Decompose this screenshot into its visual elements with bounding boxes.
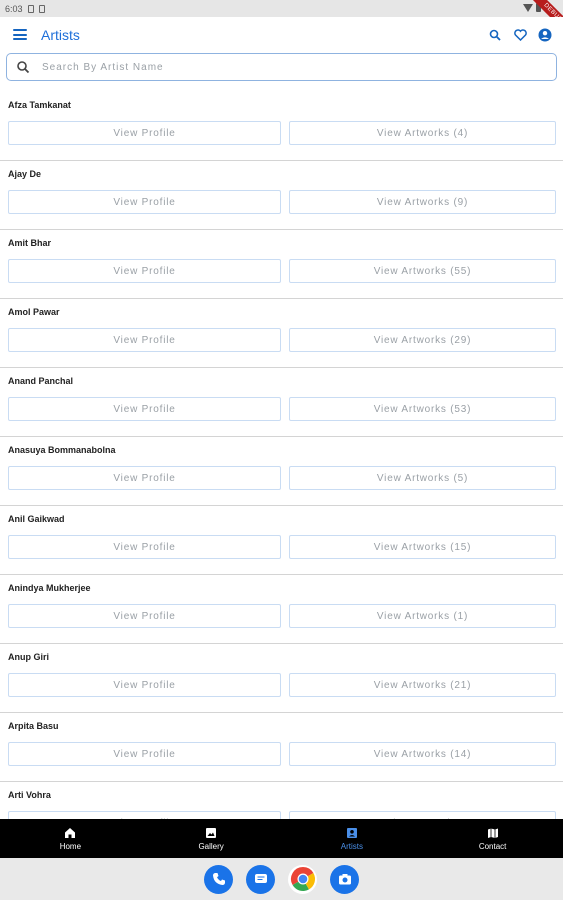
menu-icon[interactable] [13,29,27,40]
view-artworks-button[interactable]: View Artworks (15) [289,535,556,559]
nav-gallery-label: Gallery [198,841,224,851]
search-icon[interactable] [487,27,503,43]
view-profile-button[interactable]: View Profile [8,397,281,421]
artist-list-item: Arpita Basu View Profile View Artworks (14… [0,713,563,782]
image-icon [206,827,217,838]
view-artworks-button[interactable]: View Artworks (1) [289,604,556,628]
phone-icon[interactable] [204,864,233,894]
artist-name: Anindya Mukherjee [8,583,91,593]
search-input[interactable] [42,61,522,73]
nav-home-label: Home [59,841,82,851]
artist-list-item: Anil Gaikwad View Profile View Artworks (1… [0,506,563,575]
nav-contact[interactable]: Contact [422,819,563,858]
sim-icon [27,4,34,13]
messages-icon[interactable] [246,864,275,894]
nav-home[interactable]: Home [0,819,141,858]
view-artworks-button[interactable]: View Artworks (21) [289,673,556,697]
view-artworks-button[interactable]: View Artworks (29) [289,328,556,352]
chrome-icon[interactable] [288,864,317,894]
artist-list-item: Ajay De View Profile View Artworks (9) [0,161,563,230]
view-profile-button[interactable]: View Profile [8,190,281,214]
artist-name: Anasuya Bommanabolna [8,445,116,455]
view-artworks-button[interactable]: View Artworks (14) [289,742,556,766]
artist-name: Amol Pawar [8,307,60,317]
artist-list-item: Anand Panchal View Profile View Artworks (… [0,368,563,437]
view-profile-button[interactable]: View Profile [8,604,281,628]
artist-name: Ajay De [8,169,42,179]
artist-name: Arpita Basu [8,721,59,731]
map-icon [487,828,498,838]
artist-name: Anand Panchal [8,376,74,386]
storage-icon [38,4,45,13]
nav-artists[interactable]: Artists [282,819,423,858]
search-icon [17,61,30,74]
search-bar[interactable] [6,53,557,81]
home-icon [65,827,76,838]
view-profile-button[interactable]: View Profile [8,811,281,819]
account-circle-icon[interactable] [537,27,553,43]
view-artworks-button[interactable]: View Artworks (55) [289,259,556,283]
status-bar: 6:03 [0,0,563,17]
artist-name: Anup Giri [8,652,49,662]
view-artworks-button[interactable]: View Artworks (9) [289,190,556,214]
view-profile-button[interactable]: View Profile [8,673,281,697]
nav-artists-label: Artists [340,841,363,851]
artist-list-item: Anasuya Bommanabolna View Profile View Art… [0,437,563,506]
artist-list-item: Anup Giri View Profile View Artworks (21) [0,644,563,713]
contact-card-icon [346,827,357,838]
artist-name: Amit Bhar [8,238,52,248]
artist-list-item: Afza Tamkanat View Profile View Artworks (… [0,92,563,161]
nav-contact-label: Contact [478,841,507,851]
view-artworks-button[interactable]: View Artworks [289,811,556,819]
artist-list-item: Amol Pawar View Profile View Artworks (29) [0,299,563,368]
artist-list: Afza Tamkanat View Profile View Artworks (… [0,92,563,819]
view-artworks-button[interactable]: View Artworks (53) [289,397,556,421]
artist-name: Afza Tamkanat [8,100,71,110]
view-artworks-button[interactable]: View Artworks (4) [289,121,556,145]
view-profile-button[interactable]: View Profile [8,259,281,283]
artist-name: Anil Gaikwad [8,514,65,524]
app-bar: Artists [0,17,563,53]
artist-name: Arti Vohra [8,790,51,800]
artist-list-item: Amit Bhar View Profile View Artworks (55) [0,230,563,299]
artist-list-item: Arti Vohra View Profile View Artworks [0,782,563,819]
view-profile-button[interactable]: View Profile [8,328,281,352]
page-title: Artists [41,27,80,43]
view-profile-button[interactable]: View Profile [8,742,281,766]
view-artworks-button[interactable]: View Artworks (5) [289,466,556,490]
nav-gallery[interactable]: Gallery [141,819,282,858]
camera-icon[interactable] [330,864,359,894]
wifi-icon [523,3,533,12]
bottom-navigation: Home Gallery Artists Contact [0,819,563,858]
view-profile-button[interactable]: View Profile [8,121,281,145]
artist-list-item: Anindya Mukherjee View Profile View Artwor… [0,575,563,644]
view-profile-button[interactable]: View Profile [8,466,281,490]
view-profile-button[interactable]: View Profile [8,535,281,559]
favorites-heart-icon[interactable] [512,27,528,43]
status-time: 6:03 [5,3,23,14]
system-dock [0,858,563,900]
